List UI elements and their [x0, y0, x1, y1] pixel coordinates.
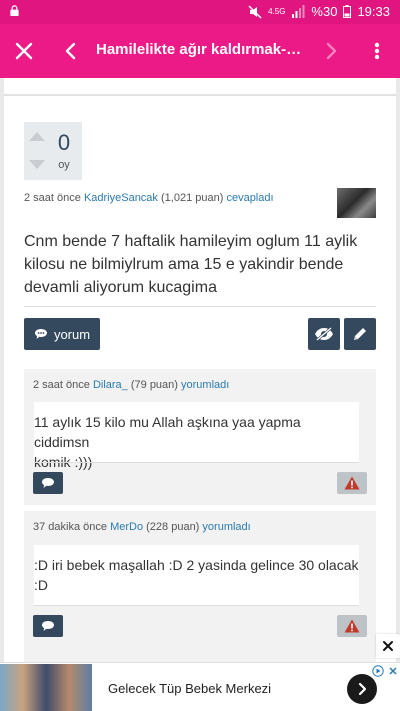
- comment-action-link[interactable]: yorumladı: [202, 521, 250, 533]
- hide-button[interactable]: [308, 318, 340, 350]
- adchoices-icon[interactable]: [372, 665, 384, 677]
- comment-user-points: (79 puan): [130, 379, 178, 391]
- vote-count: 0: [57, 130, 71, 155]
- warning-icon: [344, 619, 360, 633]
- answer-action-link[interactable]: cevapladı: [226, 192, 273, 204]
- network-type: 4.5G: [268, 7, 286, 16]
- flag-button[interactable]: [337, 615, 367, 637]
- answer-text: Cnm bende 7 haftalik hamileyim oglum 11 …: [24, 233, 358, 296]
- ad-dismiss-icon[interactable]: [388, 666, 398, 676]
- ad-headline[interactable]: Gelecek Tüp Bebek Merkezi: [108, 681, 271, 696]
- comment-item: 37 dakika önce MerDo (228 puan) yorumlad…: [24, 511, 376, 662]
- comment-user-link[interactable]: MerDo: [110, 521, 143, 533]
- comment-text: :D iri bebek maşallah :D 2 yasinda gelin…: [34, 545, 359, 605]
- arrow-right-icon[interactable]: [320, 39, 342, 63]
- warning-icon: [344, 476, 360, 490]
- answer-user-points: (1,021 puan): [161, 192, 224, 204]
- reply-button[interactable]: [33, 472, 63, 494]
- comment-button[interactable]: yorum: [24, 318, 100, 350]
- comment-time: 2 saat önce: [33, 379, 90, 391]
- comment-button-label: yorum: [53, 326, 91, 342]
- divider: [34, 462, 359, 463]
- comment-text-line: 11 aylık 15 kilo mu Allah aşkına yaa yap…: [34, 414, 301, 450]
- speech-bubble-icon: [42, 478, 54, 488]
- ad-banner[interactable]: Gelecek Tüp Bebek Merkezi: [0, 662, 400, 711]
- arrow-left-icon[interactable]: [60, 39, 82, 63]
- speech-bubble-icon: [34, 329, 47, 339]
- ad-image[interactable]: [0, 664, 92, 711]
- clock: 19:33: [357, 4, 390, 19]
- battery-percent: %30: [311, 4, 338, 19]
- answer-meta: 2 saat önce KadriyeSancak (1,021 puan) c…: [24, 192, 274, 204]
- close-icon[interactable]: [12, 39, 36, 63]
- signal-icon: [292, 5, 305, 18]
- comment-user-points: (228 puan): [146, 521, 200, 533]
- flag-button[interactable]: [337, 472, 367, 494]
- answer-user-link[interactable]: KadriyeSancak: [84, 192, 158, 204]
- app-bar: Hamilelikte ağır kaldırmak-Hamil...: [0, 24, 400, 78]
- mute-icon: [248, 4, 262, 19]
- reply-button[interactable]: [33, 615, 63, 637]
- comment-meta: 2 saat önce Dilara_ (79 puan) yorumladı: [33, 379, 229, 391]
- comment-text-line: :D: [34, 577, 48, 593]
- status-bar: 4.5G %30 19:33: [0, 0, 400, 24]
- comment-action-link[interactable]: yorumladı: [181, 379, 229, 391]
- divider: [24, 306, 376, 307]
- comment-text: 11 aylık 15 kilo mu Allah aşkına yaa yap…: [34, 402, 359, 470]
- comment-text-line: :D iri bebek maşallah :D 2 yasinda gelin…: [34, 557, 359, 573]
- chevron-right-icon: [358, 682, 367, 696]
- speech-bubble-icon: [42, 621, 54, 631]
- vote-box: 0 oy: [24, 122, 82, 180]
- avatar[interactable]: [337, 188, 376, 218]
- edit-button[interactable]: [344, 318, 376, 350]
- lock-icon: [10, 5, 19, 16]
- ad-open-button[interactable]: [347, 674, 377, 704]
- comment-time: 37 dakika önce: [33, 521, 107, 533]
- more-vertical-icon[interactable]: [367, 39, 387, 63]
- vote-unit: oy: [58, 159, 70, 171]
- battery-icon: [343, 5, 352, 18]
- page-content: 0 oy 2 saat önce KadriyeSancak (1,021 pu…: [4, 78, 396, 662]
- previous-section-divider: [4, 78, 396, 96]
- answer-time: 2 saat önce: [24, 192, 81, 204]
- close-icon: [383, 641, 393, 651]
- comment-meta: 37 dakika önce MerDo (228 puan) yorumlad…: [33, 521, 251, 533]
- divider: [34, 605, 359, 606]
- eye-slash-icon: [315, 327, 333, 341]
- comment-user-link[interactable]: Dilara_: [93, 379, 128, 391]
- pencil-icon: [354, 328, 366, 340]
- vote-down-icon[interactable]: [29, 160, 45, 169]
- ad-close-button[interactable]: [376, 634, 400, 658]
- vote-up-icon[interactable]: [29, 132, 45, 141]
- page-title: Hamilelikte ağır kaldırmak-Hamil...: [96, 41, 311, 58]
- comment-item: 2 saat önce Dilara_ (79 puan) yorumladı …: [24, 369, 376, 505]
